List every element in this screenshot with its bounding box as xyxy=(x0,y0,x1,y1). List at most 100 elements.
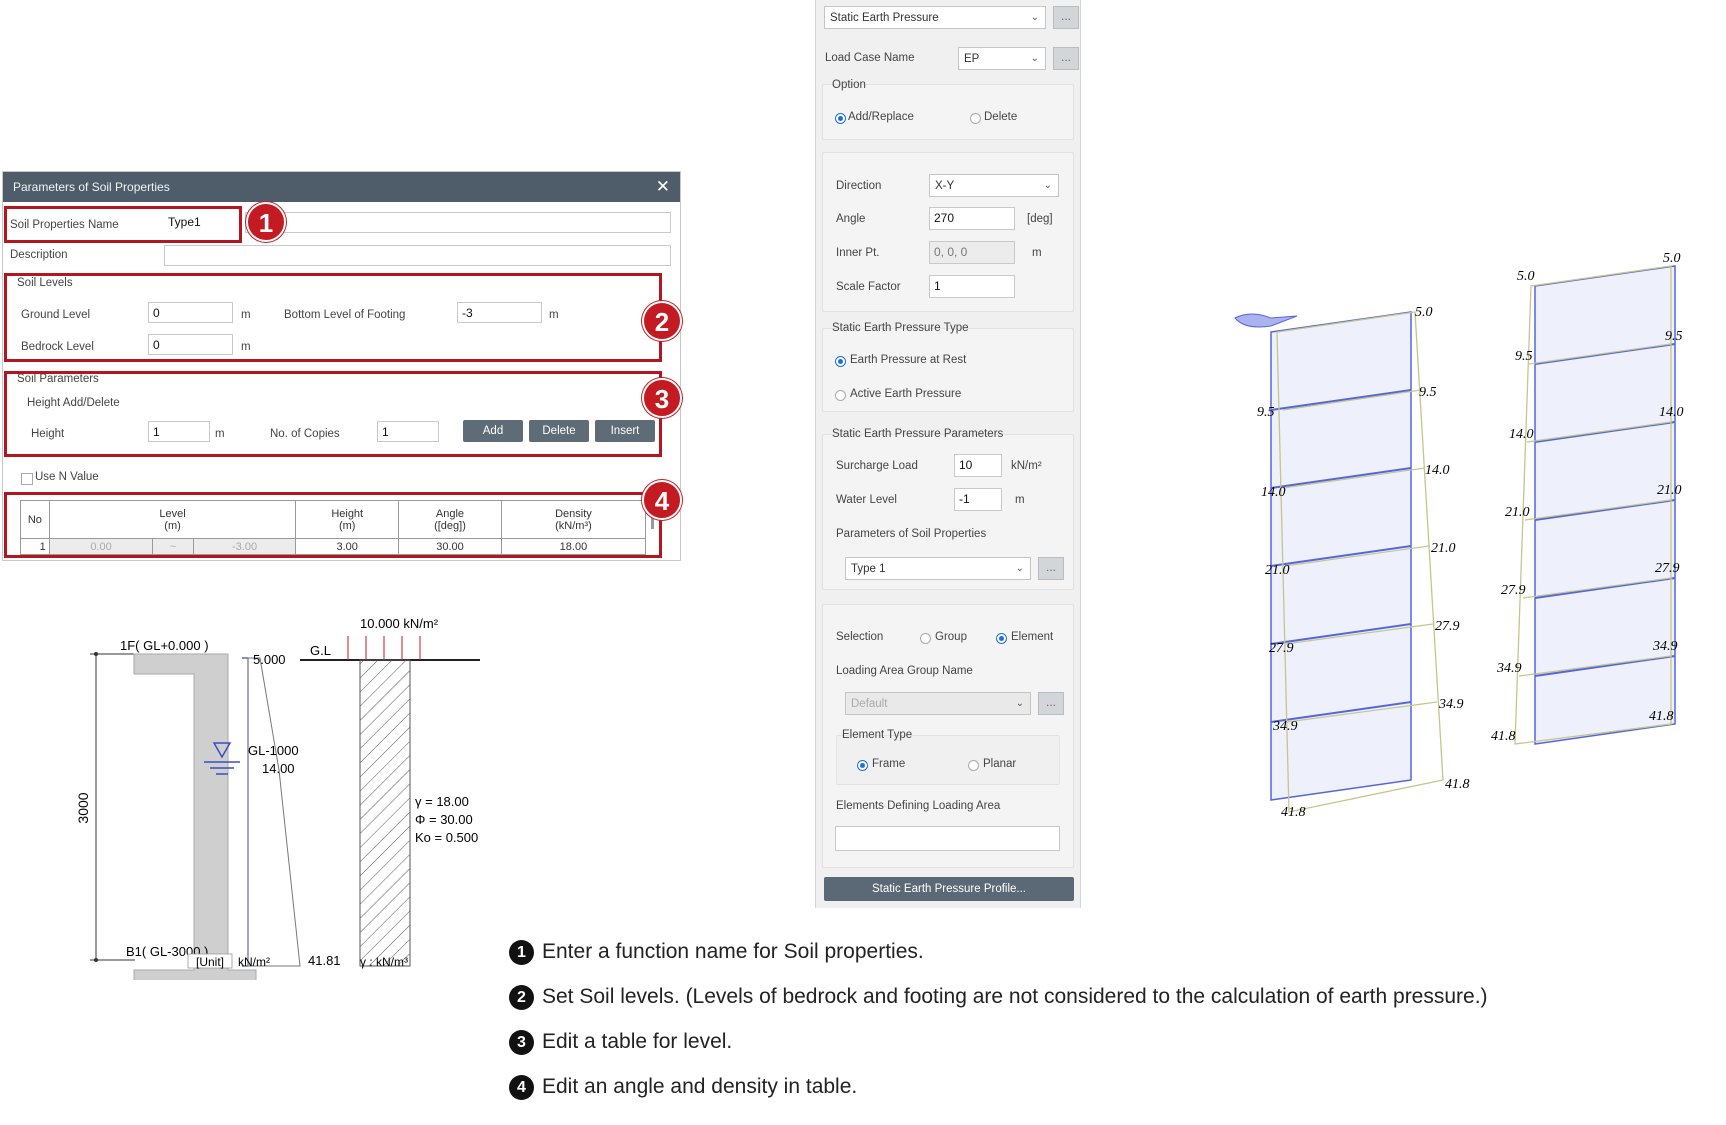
unit-box-label: [Unit] xyxy=(196,955,224,969)
selection-label: Selection xyxy=(836,631,884,643)
instruction-number: 3 xyxy=(509,1030,534,1055)
load-case-more-button[interactable]: ... xyxy=(1053,47,1079,70)
load-type-more-button[interactable]: ... xyxy=(1053,6,1079,29)
sep-params-title: Static Earth Pressure Parameters xyxy=(832,428,1004,440)
instruction-number: 1 xyxy=(509,940,534,965)
right-label-3b: 21.0 xyxy=(1657,483,1682,498)
pressure-axis xyxy=(242,657,249,967)
surcharge-unit: kN/m² xyxy=(1011,460,1042,472)
loading-group-label: Loading Area Group Name xyxy=(836,665,973,677)
surcharge-input[interactable]: 10 xyxy=(954,454,1002,477)
right-label-2b: 14.0 xyxy=(1659,405,1684,420)
element-type-title: Element Type xyxy=(842,729,913,741)
water-label: GL-1000 xyxy=(248,743,299,758)
right-label-6: 41.8 xyxy=(1491,729,1516,744)
direction-select[interactable]: X-Y ⌄ xyxy=(929,174,1059,197)
angle-label: Angle xyxy=(836,213,866,225)
soil-name-extension[interactable] xyxy=(245,212,671,233)
unit-kn-label: kN/m² xyxy=(238,955,270,969)
right-wall xyxy=(1514,265,1676,745)
instruction-4: 4 Edit an angle and density in table. xyxy=(509,1075,857,1100)
frame-radio[interactable] xyxy=(857,760,868,771)
height-dim-text: 3000 xyxy=(75,792,91,823)
direction-value: X-Y xyxy=(935,180,955,192)
left-label-5b: 34.9 xyxy=(1272,719,1298,734)
surcharge-label: 10.000 kN/m² xyxy=(360,616,439,631)
delete-label: Delete xyxy=(984,111,1018,123)
model-view: 5.0 9.5 9.5 14.0 14.0 21.0 21.0 27.9 27.… xyxy=(1234,251,1684,820)
use-n-checkbox[interactable] xyxy=(21,473,33,485)
badge-1: 1 xyxy=(246,202,286,242)
element-label: Element xyxy=(1011,631,1054,643)
right-label-6b: 41.8 xyxy=(1649,709,1674,724)
badge-4: 4 xyxy=(642,480,682,520)
dialog-title-bar: Parameters of Soil Properties ✕ xyxy=(3,172,680,202)
right-label-5: 34.9 xyxy=(1496,661,1522,676)
left-wall xyxy=(1234,311,1444,813)
left-label-6: 41.8 xyxy=(1445,777,1470,792)
left-label-0: 5.0 xyxy=(1415,305,1433,320)
right-label-3: 21.0 xyxy=(1505,505,1530,520)
top-level-label: 1F( GL+0.000 ) xyxy=(120,638,209,653)
left-label-2b: 14.0 xyxy=(1261,485,1286,500)
right-label-4: 27.9 xyxy=(1501,583,1526,598)
delete-radio[interactable] xyxy=(970,113,981,124)
instruction-1: 1 Enter a function name for Soil properti… xyxy=(509,940,924,965)
profile-button[interactable]: Static Earth Pressure Profile... xyxy=(824,877,1074,901)
description-input[interactable] xyxy=(164,245,671,266)
loading-group-select: Default ⌄ xyxy=(845,692,1031,715)
gamma-label: γ = 18.00 xyxy=(415,794,469,809)
element-radio[interactable] xyxy=(996,633,1007,644)
phi-label: Φ = 30.00 xyxy=(415,812,473,827)
soil-column xyxy=(359,659,411,967)
right-label-2: 14.0 xyxy=(1509,427,1534,442)
p-water-label: 14.00 xyxy=(262,761,295,776)
instruction-text: Set Soil levels. (Levels of bedrock and … xyxy=(542,985,1488,1008)
gamma-unit-label: γ : kN/m³ xyxy=(360,955,408,969)
group-radio[interactable] xyxy=(920,633,931,644)
elements-def-input[interactable] xyxy=(835,826,1060,851)
static-earth-pressure-panel: Static Earth Pressure ⌄ ... Load Case Nam… xyxy=(815,0,1081,908)
load-type-select[interactable]: Static Earth Pressure ⌄ xyxy=(824,6,1046,29)
inner-pt-label: Inner Pt. xyxy=(836,247,880,259)
active-radio[interactable] xyxy=(835,390,846,401)
chevron-down-icon: ⌄ xyxy=(1015,698,1024,709)
use-n-label: Use N Value xyxy=(35,471,99,483)
highlight-4 xyxy=(4,492,662,558)
soil-params-select[interactable]: Type 1 ⌄ xyxy=(845,557,1031,580)
water-level-input[interactable]: -1 xyxy=(954,488,1002,511)
chevron-down-icon: ⌄ xyxy=(1030,53,1039,64)
loading-group-more-button[interactable]: ... xyxy=(1038,692,1064,715)
left-label-2: 14.0 xyxy=(1425,463,1450,478)
soil-params-label: Parameters of Soil Properties xyxy=(836,528,987,540)
angle-unit: [deg] xyxy=(1027,213,1053,225)
left-label-6b: 41.8 xyxy=(1281,805,1306,820)
at-rest-radio[interactable] xyxy=(835,356,846,367)
load-type-value: Static Earth Pressure xyxy=(830,12,939,24)
p-bottom-label: 41.81 xyxy=(308,953,341,968)
left-label-5: 34.9 xyxy=(1438,697,1464,712)
load-case-select[interactable]: EP ⌄ xyxy=(958,47,1046,70)
soil-params-value: Type 1 xyxy=(851,563,886,575)
chevron-down-icon: ⌄ xyxy=(1043,180,1052,191)
load-case-value: EP xyxy=(964,53,980,65)
close-icon[interactable]: ✕ xyxy=(656,172,670,202)
angle-input[interactable]: 270 xyxy=(929,207,1015,230)
instruction-text: Enter a function name for Soil propertie… xyxy=(542,940,924,963)
right-label-1: 9.5 xyxy=(1515,349,1533,364)
instruction-3: 3 Edit a table for level. xyxy=(509,1030,732,1055)
left-label-3b: 21.0 xyxy=(1265,563,1290,578)
right-label-4b: 27.9 xyxy=(1655,561,1680,576)
surcharge-label: Surcharge Load xyxy=(836,460,918,472)
planar-radio[interactable] xyxy=(968,760,979,771)
right-label-1b: 9.5 xyxy=(1665,329,1683,344)
highlight-1 xyxy=(4,206,242,243)
planar-label: Planar xyxy=(983,758,1017,770)
highlight-2 xyxy=(4,273,662,362)
left-label-3: 21.0 xyxy=(1431,541,1456,556)
inner-pt-unit: m xyxy=(1032,247,1042,259)
wall-section xyxy=(133,653,257,980)
add-replace-radio[interactable] xyxy=(835,113,846,124)
soil-params-more-button[interactable]: ... xyxy=(1038,557,1064,580)
scale-input[interactable]: 1 xyxy=(929,275,1015,298)
